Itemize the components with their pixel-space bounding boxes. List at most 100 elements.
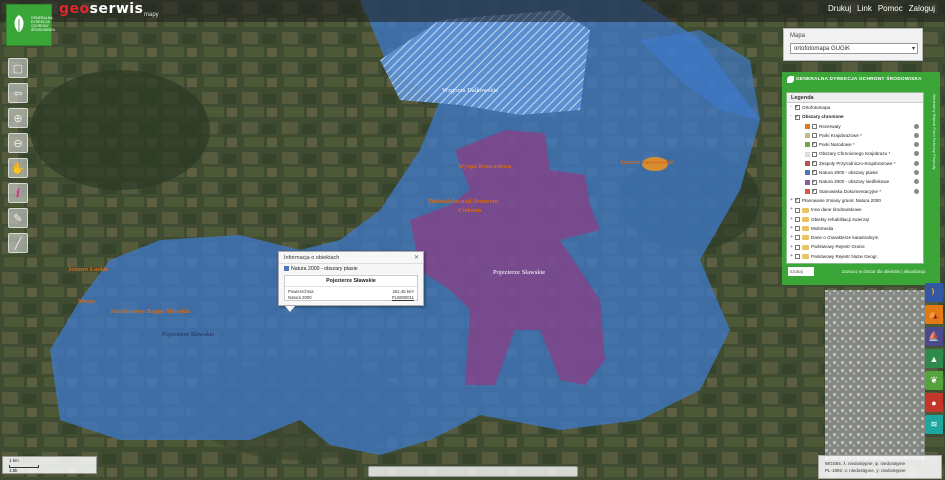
layer-checkbox[interactable] <box>795 113 800 122</box>
legend-row[interactable]: -Obszary chronione <box>787 112 923 122</box>
legend-rows: -Ortofotomapa-Obszary chronioneRezerwaty… <box>787 103 923 261</box>
info-icon[interactable]: i <box>8 183 28 203</box>
map-label: Jarzebinowe Bagno Sławskie <box>110 308 190 315</box>
legend-row[interactable]: Parki Krajobrazowe * <box>787 131 923 140</box>
gear-icon[interactable] <box>914 142 919 148</box>
basemap-selected: ortofotomapa GUGiK <box>794 46 851 52</box>
gear-icon[interactable] <box>914 160 919 166</box>
mushroom-icon[interactable]: ● <box>925 393 943 412</box>
legend-row[interactable]: Parki Narodowe * <box>787 140 923 150</box>
bottom-panel-handle[interactable] <box>368 466 578 477</box>
popup-object-name: Pojezierze Sławskie <box>285 276 417 287</box>
gdos-side-label[interactable]: Generalny Rejestr Form Ochrony Przyrody <box>927 94 937 184</box>
gear-icon[interactable] <box>914 179 919 185</box>
zoom-in-icon[interactable]: ⊕ <box>8 108 28 128</box>
legend-row-label: Planowane zmiany granic Natura 2000 <box>802 197 881 203</box>
layer-checkbox[interactable] <box>812 151 817 157</box>
back-arrow-icon[interactable]: ⇦ <box>8 83 28 103</box>
gear-icon[interactable] <box>914 123 919 129</box>
layer-checkbox[interactable] <box>812 178 817 187</box>
map-label: Mesze <box>78 298 95 305</box>
layer-checkbox[interactable] <box>795 244 800 250</box>
popup-code-label: Natura 2000 <box>288 295 312 300</box>
gear-icon[interactable] <box>914 151 919 157</box>
layer-swatch <box>805 133 810 139</box>
legend-row-label: Zespoły Przyrodniczo-Krajobrazowe * <box>819 160 896 166</box>
layer-checkbox[interactable] <box>795 196 800 206</box>
layer-checkbox[interactable] <box>812 168 817 178</box>
tent-icon[interactable]: ⛺ <box>925 305 943 324</box>
help-link[interactable]: Pomoc <box>878 4 903 13</box>
boat-icon[interactable]: ⛵ <box>925 327 943 346</box>
legend-row[interactable]: Zespoły Przyrodniczo-Krajobrazowe * <box>787 159 923 168</box>
brand-subtitle: mapy <box>144 12 159 18</box>
basemap-select[interactable]: ortofotomapa GUGiK ▾ <box>790 43 918 54</box>
legend-row-label: Parki Narodowe * <box>819 142 855 148</box>
layer-swatch <box>805 123 810 129</box>
legend-row[interactable]: + Obiekty rehabilitacji zwierząt <box>787 215 923 224</box>
folder-icon <box>802 207 809 213</box>
map-label: Wzgórza Dalkowskie <box>442 87 498 94</box>
legend-row-label: Multimedia <box>811 225 834 231</box>
folder-icon <box>802 254 809 260</box>
layer-checkbox[interactable] <box>795 254 800 260</box>
layer-swatch <box>805 170 810 176</box>
link-link[interactable]: Link <box>857 4 872 13</box>
layer-checkbox[interactable] <box>795 216 800 222</box>
login-link[interactable]: Zaloguj <box>909 4 935 13</box>
layer-checkbox[interactable] <box>812 140 817 150</box>
gdos-logo[interactable]: GENERALNA DYREKCJA OCHRONY ŚRODOWISKA <box>6 4 55 46</box>
legend-footer[interactable]: Zaznacz w obszar dla obiektów | aktualiz… <box>842 269 925 274</box>
legend-row[interactable]: Obszary Chronionego Krajobrazu * <box>787 149 923 158</box>
pan-icon[interactable]: ▢ <box>8 58 28 78</box>
hand-icon[interactable]: ✋ <box>8 158 28 178</box>
legend: Legenda -Ortofotomapa-Obszary chronioneR… <box>786 92 924 264</box>
popup-code-link[interactable]: PLB080011 <box>392 295 414 300</box>
print-link[interactable]: Drukuj <box>828 4 851 13</box>
legend-row-label: Państwowy Rejestr Granic <box>811 244 865 250</box>
legend-row[interactable]: + Państwowy Rejestr Granic <box>787 242 923 251</box>
measure-line-icon[interactable]: ✎ <box>8 208 28 228</box>
legend-search-button[interactable]: szukaj <box>788 267 814 276</box>
layer-checkbox[interactable] <box>795 207 800 213</box>
legend-row[interactable]: + Państwowy Rejestr Nazw Geogr. <box>787 252 923 261</box>
ruler-icon[interactable]: ╱ <box>8 233 28 253</box>
legend-row[interactable]: Rezerwaty <box>787 122 923 131</box>
close-icon[interactable]: ✕ <box>414 254 419 261</box>
water-icon[interactable]: ≋ <box>925 415 943 434</box>
map-label: Wyspa Konradowa <box>458 163 512 170</box>
legend-row[interactable]: Stanowiska Dokumentacyjne * <box>787 187 923 196</box>
legend-row[interactable]: Natura 2000 - obszary siedliskowe <box>787 177 923 187</box>
layer-checkbox[interactable] <box>812 133 817 139</box>
legend-title: Legenda <box>787 93 923 103</box>
legend-row[interactable]: + Inne dane środowiskowe <box>787 205 923 214</box>
zoom-out-icon[interactable]: ⊖ <box>8 133 28 153</box>
legend-row-label: Natura 2000 - obszary siedliskowe <box>819 179 890 185</box>
legend-row[interactable]: +Planowane zmiany granic Natura 2000 <box>787 196 923 205</box>
popup-layer[interactable]: Natura 2000 - obszary ptasie <box>279 264 423 274</box>
legend-row-label: Obszary Chronionego Krajobrazu * <box>819 151 891 157</box>
layer-checkbox[interactable] <box>795 103 800 113</box>
folder-icon <box>802 244 809 250</box>
legend-row[interactable]: + Dane o charakterze katastralnym <box>787 233 923 242</box>
tree-icon[interactable]: ▲ <box>925 349 943 368</box>
gear-icon[interactable] <box>914 132 919 138</box>
legend-row-label: Natura 2000 - obszary ptasie <box>819 170 878 176</box>
layer-swatch <box>284 266 289 272</box>
legend-row-label: Parki Krajobrazowe * <box>819 132 862 138</box>
layer-checkbox[interactable] <box>795 226 800 232</box>
folder-icon <box>802 226 809 232</box>
layer-checkbox[interactable] <box>812 187 817 196</box>
layer-checkbox[interactable] <box>795 235 800 241</box>
layer-checkbox[interactable] <box>812 123 817 129</box>
legend-row[interactable]: Natura 2000 - obszary ptasie <box>787 168 923 178</box>
legend-row[interactable]: + Multimedia <box>787 224 923 233</box>
leaf-icon[interactable]: ❦ <box>925 371 943 390</box>
legend-row[interactable]: -Ortofotomapa <box>787 103 923 112</box>
layer-swatch <box>805 161 810 167</box>
gear-icon[interactable] <box>914 170 919 176</box>
gdos-panel-title: GENERALNA DYREKCJA OCHRONY ŚRODOWISKA <box>796 77 922 82</box>
hiking-icon[interactable]: 🚶 <box>925 283 943 302</box>
gear-icon[interactable] <box>914 188 919 194</box>
layer-checkbox[interactable] <box>812 159 817 168</box>
